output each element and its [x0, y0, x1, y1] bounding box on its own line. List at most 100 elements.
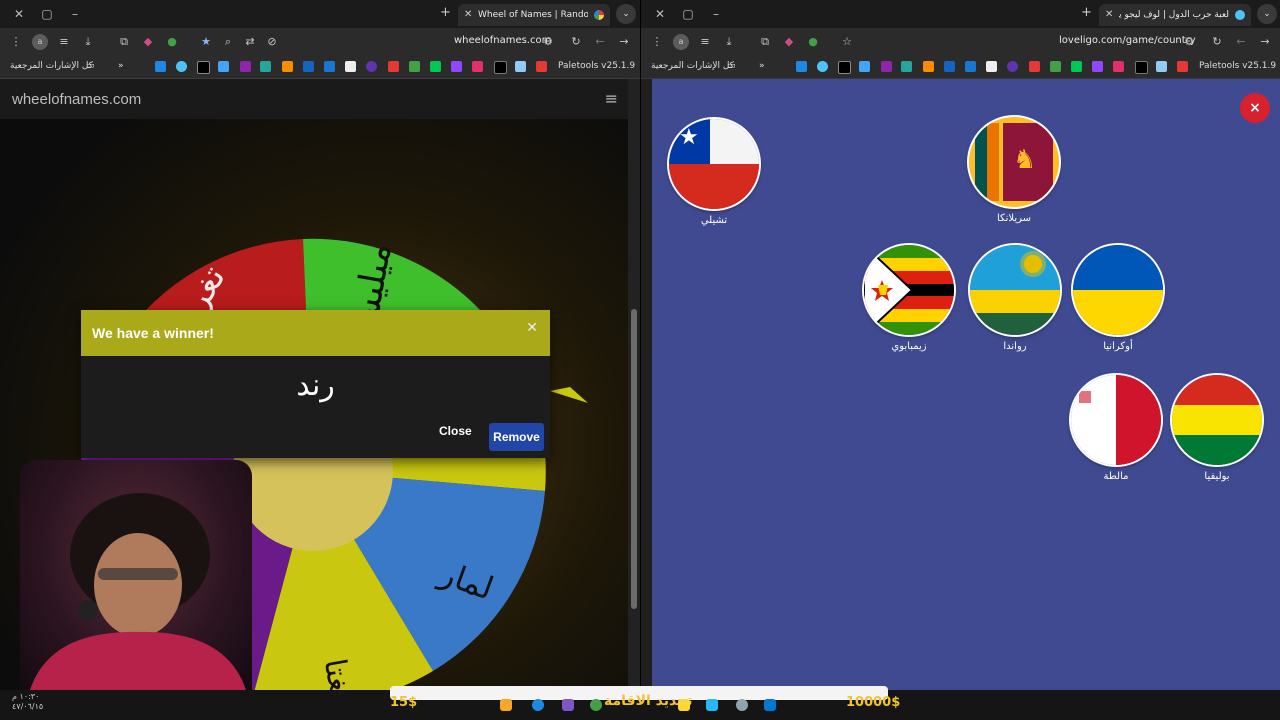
bookmark-green-icon[interactable]	[409, 61, 420, 72]
back-icon[interactable]: →	[616, 34, 632, 50]
extensions-icon[interactable]: ⧉	[757, 34, 773, 50]
bookmark-2-icon[interactable]	[155, 61, 166, 72]
bookmark-circle-icon[interactable]	[366, 61, 377, 72]
tab-close-icon[interactable]: ✕	[1105, 4, 1113, 26]
forward-icon[interactable]: ←	[592, 34, 608, 50]
bookmark-red-icon[interactable]	[1029, 61, 1040, 72]
profile-avatar-icon[interactable]: a	[32, 34, 48, 50]
close-game-button[interactable]: ×	[1240, 93, 1270, 123]
extension-shield-icon[interactable]: ◆	[781, 34, 797, 50]
tab-search-chevron-icon[interactable]: ⌄	[616, 4, 636, 24]
taskbar-clock[interactable]: ١٠:٣٠ م ٤٧/٠٦/١٥	[12, 692, 43, 712]
reload-icon[interactable]: ↻	[568, 34, 584, 50]
profile-avatar-icon[interactable]: a	[673, 34, 689, 50]
translate-icon[interactable]: ⇄	[242, 34, 258, 50]
bookmark-cloud-icon[interactable]	[817, 61, 828, 72]
close-button[interactable]: Close	[439, 424, 472, 438]
bookmark-twitch-icon[interactable]	[1092, 61, 1103, 72]
window-close-icon[interactable]: ✕	[651, 5, 669, 23]
scrollbar-thumb[interactable]	[631, 309, 637, 609]
address-bar[interactable]: wheelofnames.com	[454, 35, 551, 46]
bookmark-x-icon[interactable]	[494, 61, 507, 74]
reading-list-icon[interactable]: ≡	[697, 34, 713, 50]
file-explorer-icon[interactable]	[678, 699, 690, 711]
extensions-icon[interactable]: ⧉	[116, 34, 132, 50]
bookmark-p-icon[interactable]	[944, 61, 955, 72]
bookmark-red-icon[interactable]	[388, 61, 399, 72]
flag-item-ukraine[interactable]: أوكرانيا	[1068, 245, 1168, 352]
back-icon[interactable]: →	[1257, 34, 1273, 50]
remove-button[interactable]: Remove	[489, 423, 544, 451]
bookmark-diamond-icon[interactable]	[859, 61, 870, 72]
tab-close-icon[interactable]: ✕	[464, 4, 472, 26]
chrome-icon[interactable]	[590, 699, 602, 711]
tab-wheel-of-names[interactable]: ✕ Wheel of Names | Random nam	[458, 4, 610, 26]
bookmark-orange-icon[interactable]	[282, 61, 293, 72]
bookmark-blue-icon[interactable]	[324, 61, 335, 72]
bookmark-instagram-icon[interactable]	[1113, 61, 1124, 72]
bookmark-p-icon[interactable]	[303, 61, 314, 72]
settings-icon[interactable]	[736, 699, 748, 711]
reload-icon[interactable]: ↻	[1209, 34, 1225, 50]
folder-icon[interactable]: ▭	[727, 61, 736, 71]
bookmark-diamond-icon[interactable]	[218, 61, 229, 72]
flag-item-rwanda[interactable]: رواندا	[965, 245, 1065, 352]
bookmark-x-icon[interactable]	[1135, 61, 1148, 74]
bookmark-youtube-icon[interactable]	[536, 61, 547, 72]
eye-off-icon[interactable]: ⊘	[264, 34, 280, 50]
download-icon[interactable]: ⤓	[721, 34, 737, 50]
extension-green-icon[interactable]: ●	[805, 34, 821, 50]
windows-start-icon[interactable]	[764, 699, 776, 711]
bookmark-purple-icon[interactable]	[240, 61, 251, 72]
bookmark-teal-icon[interactable]	[901, 61, 912, 72]
all-bookmarks-label[interactable]: كل الإشارات المرجعية	[651, 61, 734, 71]
menu-dots-icon[interactable]: ⋮	[649, 34, 665, 50]
window-close-icon[interactable]: ✕	[10, 5, 28, 23]
left-scrollbar[interactable]	[628, 79, 640, 690]
edge-icon[interactable]	[532, 699, 544, 711]
flag-item-sri-lanka[interactable]: ♞ سريلانكا	[964, 117, 1064, 224]
bookmark-instagram-icon[interactable]	[472, 61, 483, 72]
window-maximize-icon[interactable]: ▢	[38, 5, 56, 23]
bookmark-orange-icon[interactable]	[923, 61, 934, 72]
new-tab-icon[interactable]: +	[440, 5, 451, 20]
bookmark-black-icon[interactable]	[197, 61, 210, 74]
site-settings-icon[interactable]: ⚙	[1181, 34, 1197, 50]
bookmark-teal-icon[interactable]	[260, 61, 271, 72]
bookmark-youtube-icon[interactable]	[1177, 61, 1188, 72]
site-settings-icon[interactable]: ⚙	[540, 34, 556, 50]
bookmark-cloud-icon[interactable]	[176, 61, 187, 72]
bookmark-photos-icon[interactable]	[1156, 61, 1167, 72]
folder-icon[interactable]: ▭	[86, 61, 95, 71]
bookmark-discord-icon[interactable]	[345, 61, 356, 72]
bookmark-kick-icon[interactable]	[430, 61, 441, 72]
window-minimize-icon[interactable]: –	[66, 5, 84, 23]
bookmarks-overflow-icon[interactable]: »	[759, 61, 765, 71]
flag-item-bolivia[interactable]: بوليفيا	[1167, 375, 1267, 482]
bookmark-star-icon[interactable]: ☆	[839, 34, 855, 50]
flag-item-malta[interactable]: مالطة	[1066, 375, 1166, 482]
flag-item-chile[interactable]: ★ تشيلي	[664, 119, 764, 226]
bookmark-purple-icon[interactable]	[881, 61, 892, 72]
window-maximize-icon[interactable]: ▢	[679, 5, 697, 23]
bookmark-green-icon[interactable]	[1050, 61, 1061, 72]
paletools-bookmark[interactable]: Paletools v25.1.9	[1199, 61, 1276, 71]
address-bar[interactable]: loveligo.com/game/country	[1059, 35, 1196, 46]
bookmark-kick-icon[interactable]	[1071, 61, 1082, 72]
bookmark-twitch-icon[interactable]	[451, 61, 462, 72]
bookmark-2-icon[interactable]	[796, 61, 807, 72]
flag-item-zimbabwe[interactable]: زيمبابوي	[859, 245, 959, 352]
tab-search-chevron-icon[interactable]: ⌄	[1257, 4, 1277, 24]
bookmarks-overflow-icon[interactable]: »	[118, 61, 124, 71]
close-icon[interactable]: ✕	[526, 320, 538, 336]
all-bookmarks-label[interactable]: كل الإشارات المرجعية	[10, 61, 93, 71]
extension-green-icon[interactable]: ●	[164, 34, 180, 50]
menu-dots-icon[interactable]: ⋮	[8, 34, 24, 50]
download-icon[interactable]: ⤓	[80, 34, 96, 50]
tab-country-game[interactable]: ✕ لعبة حرب الدول | لوف ليجو يوفر	[1099, 4, 1251, 26]
bookmark-discord-icon[interactable]	[986, 61, 997, 72]
taskbar-app-icon[interactable]	[500, 699, 512, 711]
zoom-icon[interactable]: ⌕	[220, 34, 236, 50]
bookmark-blue-icon[interactable]	[965, 61, 976, 72]
taskbar-app-icon[interactable]	[706, 699, 718, 711]
